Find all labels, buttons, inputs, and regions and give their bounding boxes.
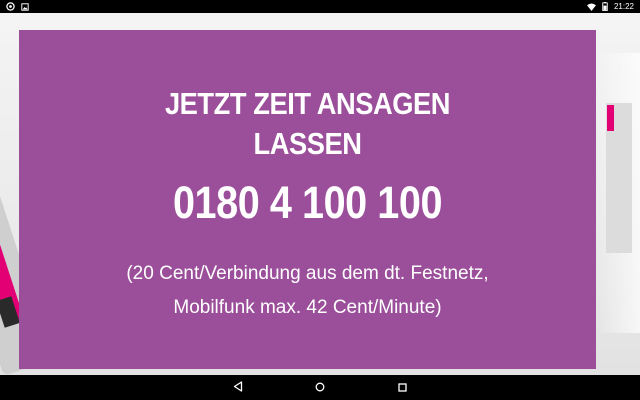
info-card: JETZT ZEIT ANSAGEN LASSEN 0180 4 100 100… — [19, 30, 596, 369]
wifi-icon — [587, 2, 596, 11]
phone-number[interactable]: 0180 4 100 100 — [54, 176, 562, 230]
headline-line-2: LASSEN — [253, 126, 362, 161]
battery-icon — [602, 2, 608, 11]
headline-line-1: JETZT ZEIT ANSAGEN — [164, 86, 451, 121]
back-button[interactable] — [231, 379, 245, 397]
image-icon — [21, 2, 29, 11]
status-time: 21:22 — [613, 2, 634, 11]
home-icon — [315, 379, 325, 397]
home-button[interactable] — [313, 381, 327, 395]
recents-button[interactable] — [395, 381, 409, 395]
settings-icon — [6, 2, 15, 11]
status-right: 21:22 — [587, 0, 634, 13]
back-icon — [233, 379, 243, 397]
price-note-line-1: (20 Cent/Verbindung aus dem dt. Festnetz… — [126, 263, 489, 284]
screen: 21:22 JETZT ZEIT ANSAGEN LASSEN 0180 4 1… — [0, 0, 640, 400]
status-left — [6, 2, 29, 11]
background-object-accent — [607, 105, 614, 131]
navigation-bar — [0, 375, 640, 400]
recents-icon — [397, 379, 407, 397]
price-note: (20 Cent/Verbindung aus dem dt. Festnetz… — [19, 257, 596, 325]
headline: JETZT ZEIT ANSAGEN LASSEN — [54, 84, 562, 164]
status-bar: 21:22 — [0, 0, 640, 13]
price-note-line-2: Mobilfunk max. 42 Cent/Minute) — [173, 297, 442, 318]
